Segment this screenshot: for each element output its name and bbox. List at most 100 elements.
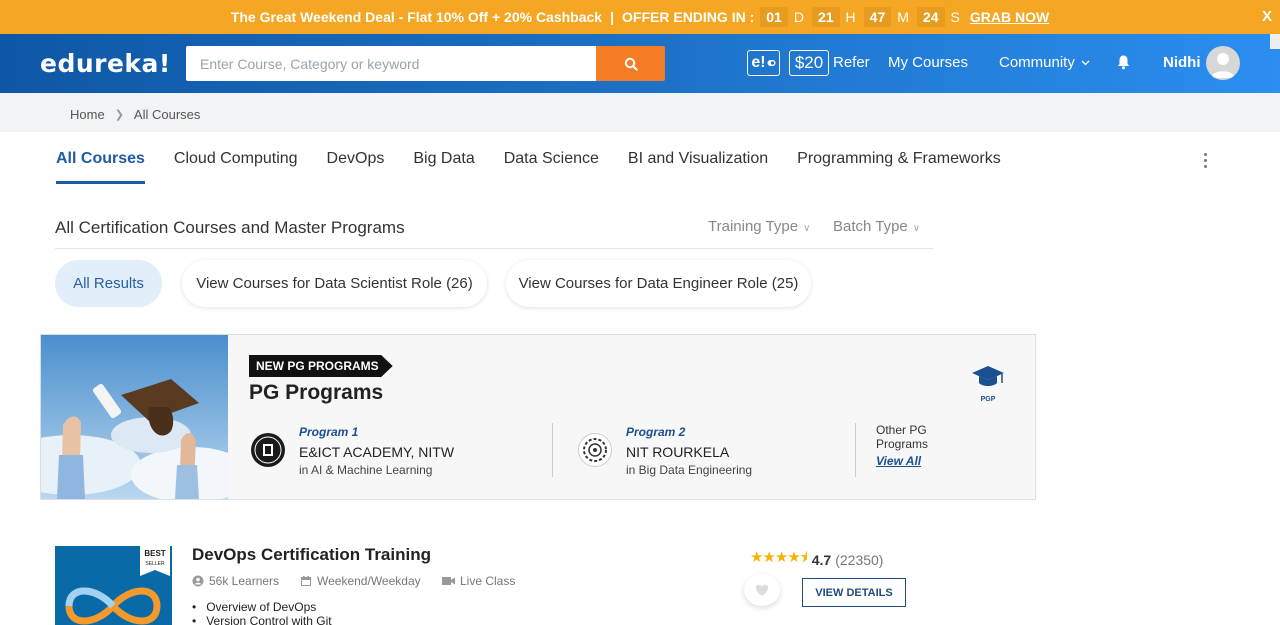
devops-course-image[interactable]: BEST SELLER xyxy=(55,546,172,625)
top-header: edureka! e! $20 Refer My Courses Communi… xyxy=(0,34,1280,93)
community-label: Community xyxy=(999,54,1075,71)
refer-amount[interactable]: $20 xyxy=(789,50,829,76)
rating-count: (22350) xyxy=(835,551,884,568)
refer-link[interactable]: Refer xyxy=(833,54,870,71)
other-pg-programs: Other PG Programs View All xyxy=(876,423,946,468)
batch-type-label: Batch Type xyxy=(833,218,908,235)
view-all-link[interactable]: View All xyxy=(876,454,946,468)
countdown-days-unit: D xyxy=(793,9,804,25)
all-results-pill[interactable]: All Results xyxy=(55,260,162,307)
program-1-number: Program 1 xyxy=(299,425,359,439)
countdown-hours-unit: H xyxy=(845,9,856,25)
edureka-logo[interactable]: edureka! xyxy=(40,49,171,78)
tab-bi-visualization[interactable]: BI and Visualization xyxy=(628,150,768,184)
data-scientist-role-pill[interactable]: View Courses for Data Scientist Role (26… xyxy=(182,260,487,307)
search-input[interactable] xyxy=(186,46,596,81)
tab-cloud-computing[interactable]: Cloud Computing xyxy=(174,150,298,184)
graduation-image xyxy=(41,335,228,499)
tab-devops[interactable]: DevOps xyxy=(327,150,385,184)
bell-icon xyxy=(1117,55,1130,70)
program-1[interactable]: Program 1 E&ICT ACADEMY, NITW in AI & Ma… xyxy=(299,425,454,477)
training-type-label: Training Type xyxy=(708,218,799,235)
countdown-minutes-unit: M xyxy=(897,9,909,25)
countdown-seconds: 24 xyxy=(916,7,945,27)
program-2-number: Program 2 xyxy=(626,425,686,439)
list-item: Version Control with Git xyxy=(192,614,331,625)
nit-rourkela-logo xyxy=(578,433,612,467)
pgp-label: PGP xyxy=(980,396,996,403)
promo-separator: | xyxy=(610,9,615,25)
breadcrumb: Home ❯ All Courses xyxy=(70,107,200,122)
badge-text: e! xyxy=(751,54,766,71)
countdown-seconds-unit: S xyxy=(950,9,960,25)
chevron-down-icon xyxy=(1081,60,1090,66)
pg-programs-card: NEW PG PROGRAMS PG Programs PGP Program … xyxy=(40,334,1036,500)
wishlist-button[interactable] xyxy=(744,574,780,606)
countdown-minutes: 47 xyxy=(863,7,892,27)
avatar-icon xyxy=(1211,53,1235,78)
community-menu[interactable]: Community xyxy=(999,54,1090,71)
heart-icon xyxy=(755,584,769,596)
view-details-button[interactable]: VIEW DETAILS xyxy=(802,578,906,607)
edureka-badge[interactable]: e! xyxy=(747,50,780,76)
training-type-filter[interactable]: Training Type ∨ xyxy=(708,218,810,235)
offer-ending-label: OFFER ENDING IN : xyxy=(622,9,755,25)
toggle-icon xyxy=(767,60,776,66)
notifications-button[interactable] xyxy=(1116,54,1131,75)
tab-programming-frameworks[interactable]: Programming & Frameworks xyxy=(797,150,1001,184)
promo-banner: The Great Weekend Deal - Flat 10% Off + … xyxy=(0,0,1280,34)
learners-count: 56k Learners xyxy=(192,574,279,588)
other-pg-label: Other PG Programs xyxy=(876,423,929,451)
category-tabs: All Courses Cloud Computing DevOps Big D… xyxy=(56,150,1030,184)
learners-text: 56k Learners xyxy=(209,574,280,588)
divider xyxy=(855,423,856,477)
scrollbar[interactable] xyxy=(1270,34,1280,49)
program-2-subject: in Big Data Engineering xyxy=(626,463,753,477)
list-item: Overview of DevOps xyxy=(192,600,332,614)
divider xyxy=(552,423,553,477)
class-mode-text: Live Class xyxy=(460,574,516,588)
rating-value: 4.7 xyxy=(811,551,832,568)
schedule-info: Weekend/Weekday xyxy=(300,574,421,588)
promo-text: The Great Weekend Deal - Flat 10% Off + … xyxy=(230,9,603,25)
badge-subtitle: SELLER xyxy=(145,561,165,567)
more-options-icon[interactable] xyxy=(1204,153,1207,168)
batch-type-filter[interactable]: Batch Type ∨ xyxy=(833,218,920,235)
course-rating: ★★★★⯨ 4.7 (22350) xyxy=(750,547,883,572)
user-name[interactable]: Nidhi xyxy=(1163,54,1201,71)
program-1-name: E&ICT ACADEMY, NITW xyxy=(299,444,455,460)
badge-title: BEST xyxy=(144,549,166,558)
my-courses-link[interactable]: My Courses xyxy=(888,54,968,71)
schedule-text: Weekend/Weekday xyxy=(317,574,421,588)
pgp-icon: PGP xyxy=(969,363,1007,403)
course-highlights: Overview of DevOps Version Control with … xyxy=(192,600,332,625)
breadcrumb-home[interactable]: Home xyxy=(70,107,105,122)
grab-now-link[interactable]: GRAB NOW xyxy=(970,9,1049,25)
chevron-right-icon: ❯ xyxy=(114,109,124,121)
learners-icon xyxy=(192,575,204,587)
nitw-logo xyxy=(251,433,285,467)
close-promo-button[interactable]: X xyxy=(1262,8,1272,25)
tab-big-data[interactable]: Big Data xyxy=(413,150,474,184)
breadcrumb-bar: Home ❯ All Courses xyxy=(0,93,1280,132)
data-engineer-role-pill[interactable]: View Courses for Data Engineer Role (25) xyxy=(506,260,811,307)
new-pg-programs-tag: NEW PG PROGRAMS xyxy=(249,355,393,377)
search-icon xyxy=(624,57,638,71)
course-title[interactable]: DevOps Certification Training xyxy=(192,545,431,565)
calendar-icon xyxy=(301,576,311,586)
countdown-hours: 21 xyxy=(811,7,840,27)
search-button[interactable] xyxy=(596,46,665,81)
tab-all-courses[interactable]: All Courses xyxy=(56,150,145,184)
section-title: All Certification Courses and Master Pro… xyxy=(55,218,405,237)
search-bar xyxy=(186,46,665,81)
pg-programs-title: PG Programs xyxy=(249,381,384,404)
program-2[interactable]: Program 2 NIT ROURKELA in Big Data Engin… xyxy=(626,425,752,477)
star-rating-icon: ★★★★⯨ xyxy=(750,549,808,566)
chevron-down-icon: ∨ xyxy=(912,223,921,234)
class-mode: Live Class xyxy=(442,574,515,588)
program-1-subject: in AI & Machine Learning xyxy=(299,463,433,477)
user-avatar[interactable] xyxy=(1206,46,1240,80)
divider xyxy=(55,248,933,249)
tab-data-science[interactable]: Data Science xyxy=(504,150,599,184)
breadcrumb-current: All Courses xyxy=(133,107,201,122)
